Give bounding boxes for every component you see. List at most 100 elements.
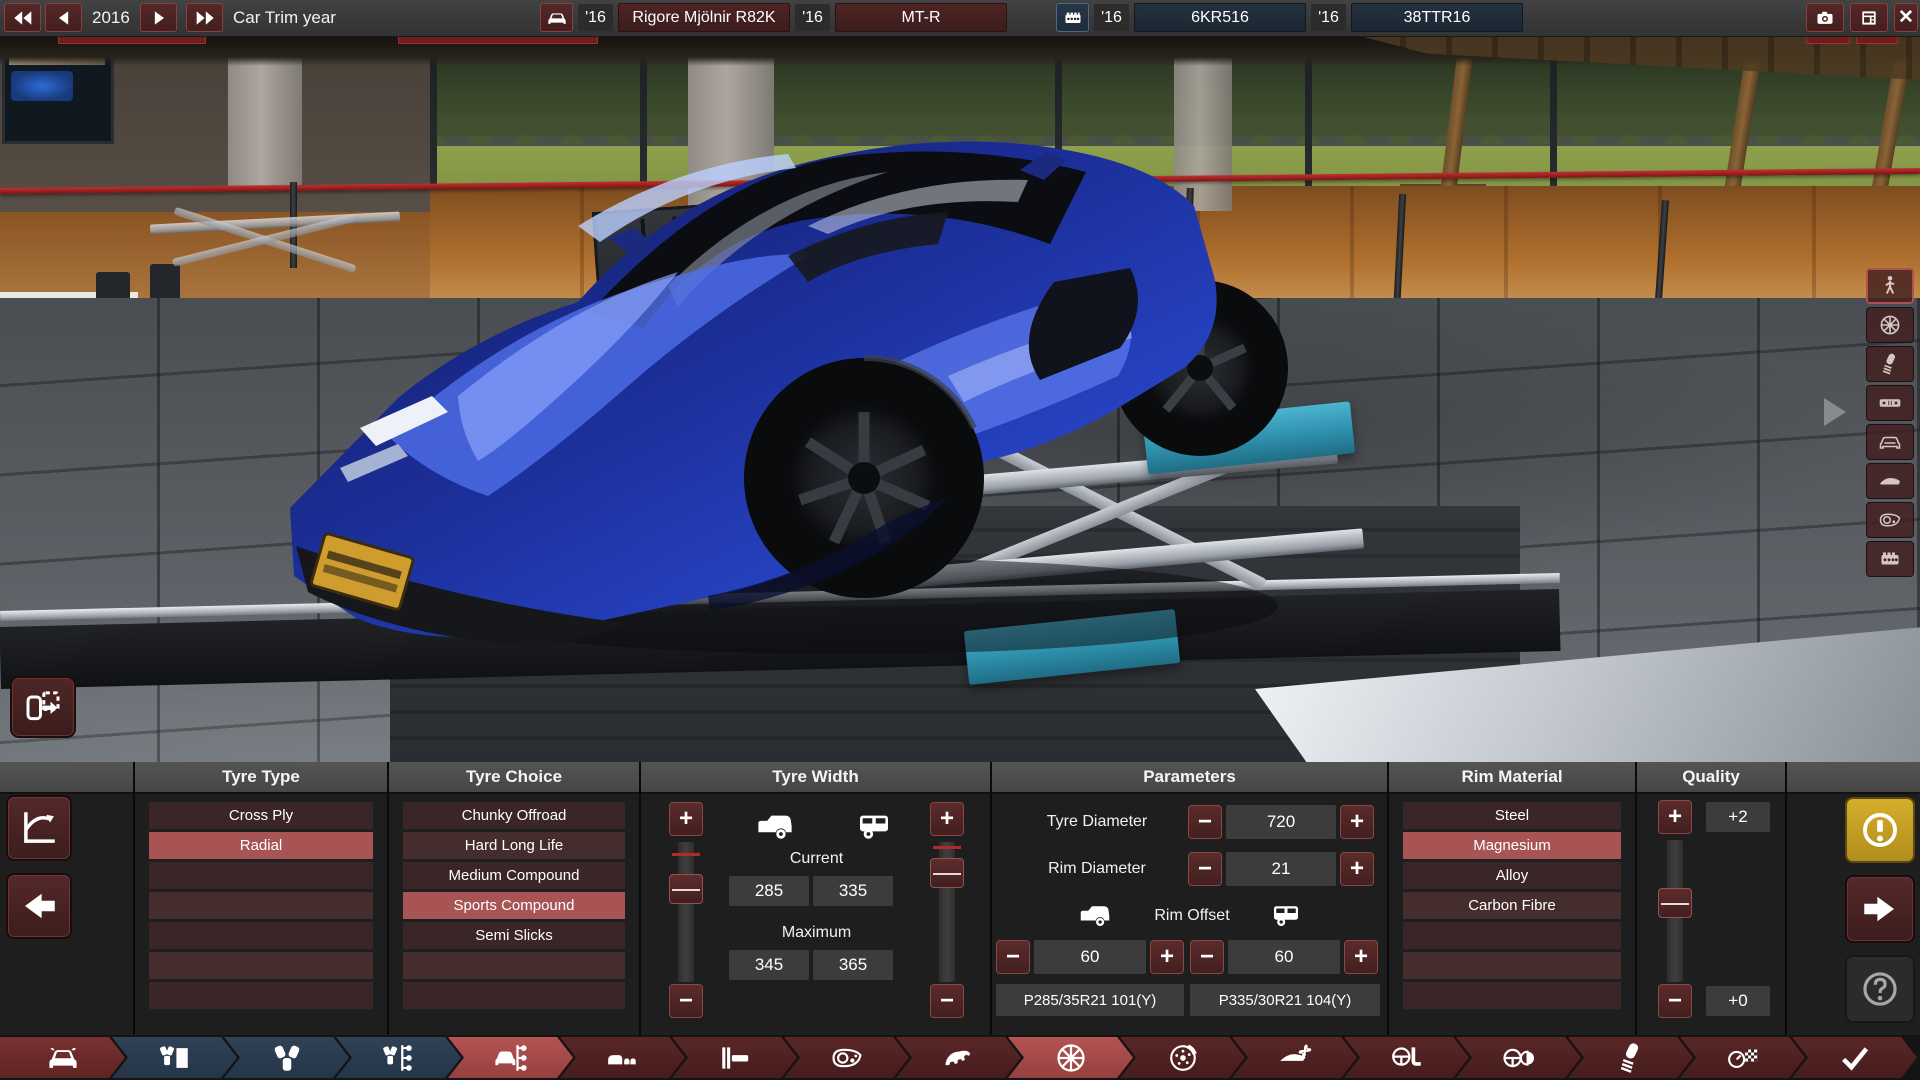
quality-section: Quality + +2 − +0: [1635, 762, 1785, 1035]
tab-testing[interactable]: [1680, 1037, 1805, 1078]
parameters-section: Parameters Tyre Diameter − 720 + Rim Dia…: [990, 762, 1387, 1035]
quality-decrease-button[interactable]: −: [1658, 984, 1692, 1018]
tab-brakes[interactable]: [1120, 1037, 1245, 1078]
year-forward-button[interactable]: [186, 3, 223, 32]
option-radial[interactable]: Radial: [149, 832, 373, 859]
tab-engine-variant[interactable]: [336, 1037, 461, 1078]
option-empty[interactable]: [403, 952, 625, 979]
engine-family-button[interactable]: 6KR516: [1134, 3, 1306, 32]
view-suspension-button[interactable]: [1866, 346, 1914, 382]
export-screenshot-button[interactable]: [10, 676, 76, 738]
view-car-body-button[interactable]: [1866, 463, 1914, 499]
option-cross-ply[interactable]: Cross Ply: [149, 802, 373, 829]
rim-diameter-increase-button[interactable]: +: [1340, 852, 1374, 886]
rear-width-increase-button[interactable]: +: [930, 802, 964, 836]
option-empty[interactable]: [1403, 952, 1621, 979]
rear-offset-increase-button[interactable]: +: [1344, 940, 1378, 974]
year-rewind-button[interactable]: [4, 3, 41, 32]
rear-offset-value: 60: [1228, 940, 1340, 974]
tab-car-variant[interactable]: [448, 1037, 573, 1078]
front-width-decrease-button[interactable]: −: [669, 984, 703, 1018]
tab-interior[interactable]: [1344, 1037, 1469, 1078]
back-button[interactable]: [6, 873, 72, 939]
engine-block-icon: [1878, 547, 1902, 571]
engine-icon-button[interactable]: [1056, 3, 1089, 32]
tab-wheels[interactable]: [1008, 1037, 1133, 1078]
close-button[interactable]: ✕: [1894, 3, 1918, 32]
view-headlight-button[interactable]: [1866, 502, 1914, 538]
quality-increase-button[interactable]: +: [1658, 800, 1692, 834]
option-empty[interactable]: [149, 892, 373, 919]
help-icon: [1859, 968, 1901, 1010]
notes-button[interactable]: [1850, 3, 1888, 32]
view-walker-button[interactable]: [1866, 268, 1914, 304]
engine-year-badge: '16: [1094, 4, 1129, 31]
rear-offset-decrease-button[interactable]: −: [1190, 940, 1224, 974]
tab-driver-assists[interactable]: [1456, 1037, 1581, 1078]
view-car-front-outline-button[interactable]: [1866, 424, 1914, 460]
engine-icon: [270, 1041, 304, 1075]
tyre-diameter-increase-button[interactable]: +: [1340, 805, 1374, 839]
garage-3d-viewport[interactable]: [0, 36, 1920, 762]
option-empty[interactable]: [149, 982, 373, 1009]
rear-axle-icon: [1264, 898, 1308, 934]
view-engine-block-button[interactable]: [1866, 541, 1914, 577]
view-chassis-button[interactable]: [1866, 385, 1914, 421]
option-semi-slicks[interactable]: Semi Slicks: [403, 922, 625, 949]
option-chunky-offroad[interactable]: Chunky Offroad: [403, 802, 625, 829]
photo-mode-button[interactable]: [1806, 3, 1844, 32]
help-button[interactable]: [1845, 955, 1915, 1023]
option-steel[interactable]: Steel: [1403, 802, 1621, 829]
view-wheel-button[interactable]: [1866, 307, 1914, 343]
warning-button[interactable]: [1845, 797, 1915, 863]
front-offset-decrease-button[interactable]: −: [996, 940, 1030, 974]
trim-name-button[interactable]: MT-R: [835, 3, 1007, 32]
tab-confirm[interactable]: [1792, 1037, 1917, 1078]
front-width-increase-button[interactable]: +: [669, 802, 703, 836]
option-carbon-fibre[interactable]: Carbon Fibre: [1403, 892, 1621, 919]
car-model-icon-button[interactable]: [540, 3, 573, 32]
tab-engine[interactable]: [224, 1037, 349, 1078]
option-empty[interactable]: [403, 982, 625, 1009]
option-empty[interactable]: [1403, 922, 1621, 949]
front-width-slider-handle[interactable]: [669, 874, 703, 904]
graphs-button[interactable]: [6, 795, 72, 861]
rim-diameter-decrease-button[interactable]: −: [1188, 852, 1222, 886]
tyre-diameter-decrease-button[interactable]: −: [1188, 805, 1222, 839]
year-previous-button[interactable]: [45, 3, 82, 32]
year-next-button[interactable]: [140, 3, 177, 32]
tab-aero[interactable]: [1232, 1037, 1357, 1078]
tab-drivetrain-gear[interactable]: [896, 1037, 1021, 1078]
option-hard-long-life[interactable]: Hard Long Life: [403, 832, 625, 859]
rear-width-decrease-button[interactable]: −: [930, 984, 964, 1018]
brakes-icon: [1166, 1041, 1200, 1075]
option-magnesium[interactable]: Magnesium: [1403, 832, 1621, 859]
rear-width-value: 335: [813, 876, 893, 906]
engine-variant-button[interactable]: 38TTR16: [1351, 3, 1523, 32]
tab-suspension[interactable]: [1568, 1037, 1693, 1078]
car-model-button[interactable]: Rigore Mjölnir R82K: [618, 3, 790, 32]
tab-engine-family[interactable]: [112, 1037, 237, 1078]
tyre-type-section: Tyre Type Cross PlyRadial: [133, 762, 387, 1035]
tyre-diameter-label: Tyre Diameter: [1012, 805, 1182, 839]
tyre-width-section: Tyre Width + − + − Current 285 335 Maxim…: [639, 762, 990, 1035]
option-medium-compound[interactable]: Medium Compound: [403, 862, 625, 889]
tab-body-seats[interactable]: [560, 1037, 685, 1078]
option-empty[interactable]: [149, 922, 373, 949]
option-sports-compound[interactable]: Sports Compound: [403, 892, 625, 919]
tab-trim-fixtures[interactable]: [672, 1037, 797, 1078]
front-offset-increase-button[interactable]: +: [1150, 940, 1184, 974]
option-alloy[interactable]: Alloy: [1403, 862, 1621, 889]
tab-car-front[interactable]: [0, 1037, 125, 1078]
option-empty[interactable]: [1403, 982, 1621, 1009]
document-icon: [1859, 8, 1879, 28]
car-3d-model[interactable]: [248, 76, 1288, 676]
play-arrow-icon[interactable]: [1824, 398, 1846, 426]
next-button[interactable]: [1845, 875, 1915, 943]
tab-headlights[interactable]: [784, 1037, 909, 1078]
testing-icon: [1726, 1041, 1760, 1075]
interior-icon: [1390, 1041, 1424, 1075]
option-empty[interactable]: [149, 862, 373, 889]
option-empty[interactable]: [149, 952, 373, 979]
quality-slider-handle[interactable]: [1658, 888, 1692, 918]
